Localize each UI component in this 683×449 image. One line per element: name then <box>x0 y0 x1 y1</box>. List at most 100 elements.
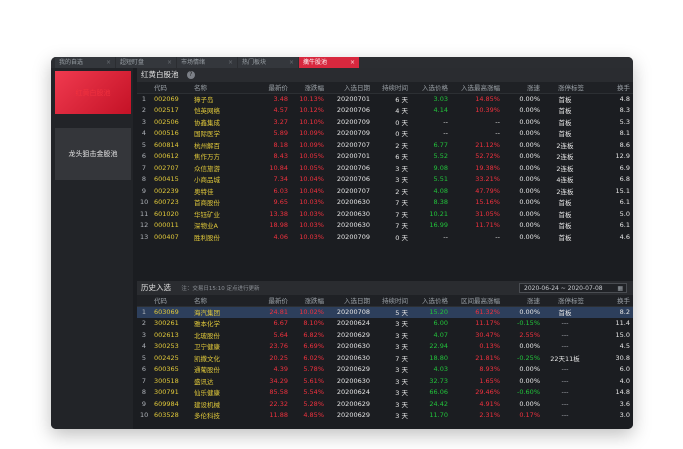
table-row[interactable]: 4 300253 卫宁健康 23.76 6.69% 20200630 3 天 22.94 0.1… <box>137 341 633 353</box>
close-icon[interactable]: × <box>167 57 172 68</box>
column-header-index[interactable] <box>137 82 151 94</box>
cell-index: 10 <box>140 198 149 207</box>
table-row[interactable]: 4 000516 国际医学 5.89 10.09% 20200709 0 天 -- -- 0.00… <box>137 128 633 140</box>
date-range-picker[interactable]: 2020-06-24 ~ 2020-07-08 ▦ <box>519 283 627 293</box>
tab-3[interactable]: 热门板块 × <box>238 57 298 68</box>
cell-speed: 0.00% <box>519 152 540 161</box>
cell-index: 11 <box>140 209 149 218</box>
table-row[interactable]: 8 300791 仙乐健康 85.58 5.54% 20200624 3 天 66.06 29.… <box>137 387 633 399</box>
table-row[interactable]: 9 002239 奥特佳 6.03 10.04% 20200707 2 天 4.08 47.79… <box>137 185 633 197</box>
column-header-date[interactable]: 入选日期 <box>327 82 373 94</box>
table-row[interactable]: 10 603528 多伦科技 11.88 4.85% 20200629 3 天 11.70 2.… <box>137 410 633 422</box>
cell-turnover: 6.1 <box>619 198 630 207</box>
sidebar-item-dragon-sniper-pool[interactable]: 龙头狙击金股池 <box>55 128 131 180</box>
table-row[interactable]: 12 000011 深物业A 18.98 10.03% 20200630 7 天 16.99 1… <box>137 220 633 232</box>
table-row[interactable]: 5 002425 凯撒文化 20.25 6.02% 20200630 7 天 18.80 21.… <box>137 352 633 364</box>
cell-speed: 0.00% <box>519 140 540 149</box>
cell-duration: 3 天 <box>395 377 408 386</box>
cell-limit-tag: 2连板 <box>556 187 574 196</box>
cell-index: 2 <box>141 106 147 115</box>
cell-limit-tag: --- <box>561 342 569 351</box>
cell-index: 1 <box>141 95 147 103</box>
tab-1[interactable]: 超短盯盘 × <box>116 57 176 68</box>
table-row[interactable]: 7 002707 众信旅游 10.84 10.05% 20200706 3 天 9.08 19.… <box>137 162 633 174</box>
cell-price: 6.03 <box>273 186 288 195</box>
column-header-max-change[interactable]: 区间最高涨幅 <box>451 295 503 307</box>
column-header-limit-tag[interactable]: 涨停标签 <box>543 82 587 94</box>
table-row[interactable]: 2 300261 雅本化学 6.67 8.10% 20200624 3 天 6.00 11.17… <box>137 318 633 330</box>
tab-4[interactable]: 擒牛股池 × <box>299 57 359 68</box>
cell-date: 20200706 <box>336 163 370 172</box>
table-row[interactable]: 10 600723 首商股份 9.65 10.03% 20200630 7 天 8.38 15.… <box>137 197 633 209</box>
close-icon[interactable]: × <box>289 57 294 68</box>
column-header-date[interactable]: 入选日期 <box>327 295 373 307</box>
close-icon[interactable]: × <box>350 57 355 68</box>
column-header-entry-price[interactable]: 入选价格 <box>411 295 451 307</box>
column-header-change[interactable]: 涨跌幅 <box>291 82 327 94</box>
column-header-speed[interactable]: 涨速 <box>503 295 543 307</box>
column-header-name[interactable]: 名称 <box>191 295 249 307</box>
close-icon[interactable]: × <box>106 57 111 68</box>
column-header-duration[interactable]: 持续时间 <box>373 82 411 94</box>
column-header-code[interactable]: 代码 <box>151 295 191 307</box>
cell-entry-price: 22.94 <box>429 342 448 351</box>
cell-turnover: 12.9 <box>615 152 630 161</box>
cell-change: 10.03% <box>299 221 324 230</box>
cell-entry-price: 15.20 <box>411 306 451 318</box>
column-header-price[interactable]: 最新价 <box>249 82 291 94</box>
cell-date: 20200629 <box>336 411 370 420</box>
sidebar-item-red-yellow-white-pool[interactable]: 红黄白股池 <box>55 71 131 114</box>
cell-code: 002425 <box>154 353 179 362</box>
table-row[interactable]: 2 002517 恺英网络 4.57 10.12% 20200706 4 天 4.14 10.3… <box>137 105 633 117</box>
cell-turnover: 8.2 <box>587 306 633 318</box>
cell-price: 18.98 <box>269 221 288 230</box>
cell-price: 20.25 <box>269 353 288 362</box>
cell-duration: 6 天 <box>395 96 408 104</box>
table-row[interactable]: 3 002613 北玻股份 5.64 6.82% 20200629 3 天 4.07 30.47… <box>137 329 633 341</box>
table-row[interactable]: 6 000612 焦作万方 8.43 10.05% 20200701 6 天 5.52 52.7… <box>137 151 633 163</box>
tab-0[interactable]: 我的自选 × <box>55 57 115 68</box>
table-row[interactable]: 1 002069 獐子岛 3.48 10.13% 20200701 6 天 3.03 14.85… <box>137 93 633 105</box>
cell-date: 20200706 <box>336 106 370 115</box>
column-header-entry-price[interactable]: 入选价格 <box>411 82 451 94</box>
help-icon[interactable]: ? <box>186 71 195 79</box>
cell-limit-tag: 2连板 <box>556 141 574 150</box>
panel-title-bar: 红黄白股池 ? <box>137 68 633 82</box>
column-header-speed[interactable]: 涨速 <box>503 82 543 94</box>
cell-duration: 0 天 <box>395 130 408 139</box>
main-content: 红黄白股池 ? 代码 名称 最新价 涨跌幅 入选日期 持续时间 入选价格 入选最高涨幅 涨速 涨停… <box>137 68 633 429</box>
cell-name: 獐子岛 <box>194 96 214 104</box>
column-header-turnover[interactable]: 换手 <box>587 82 633 94</box>
table-row[interactable]: 6 600365 通葡股份 4.39 5.78% 20200629 3 天 4.03 8.93%… <box>137 364 633 376</box>
update-note: 注：交易日15:10 定点进行更新 <box>181 286 260 292</box>
table-row[interactable]: 7 300518 盛讯达 34.29 5.61% 20200630 3 天 32.73 1.65… <box>137 375 633 387</box>
column-header-price[interactable]: 最新价 <box>249 295 291 307</box>
table-row[interactable]: 13 000407 胜利股份 4.06 10.03% 20200709 0 天 -- -- 0.0… <box>137 231 633 243</box>
table-row[interactable]: 11 601020 华钰矿业 13.38 10.03% 20200630 7 天 10.21 3… <box>137 208 633 220</box>
table-row[interactable]: 8 600415 小商品城 7.34 10.04% 20200706 3 天 5.51 33.2… <box>137 174 633 186</box>
cell-code: 600365 <box>154 365 179 374</box>
close-icon[interactable]: × <box>228 57 233 68</box>
cell-date: 20200706 <box>336 175 370 184</box>
cell-turnover: 6.9 <box>619 163 630 172</box>
table-row[interactable]: 1 603069 海汽集团 24.81 10.02% 20200708 5 天 15.20 61… <box>137 306 633 318</box>
column-header-change[interactable]: 涨跌幅 <box>291 295 327 307</box>
cell-speed: 0.00% <box>519 221 540 230</box>
column-header-turnover[interactable]: 换手 <box>587 295 633 307</box>
column-header-name[interactable]: 名称 <box>191 82 249 94</box>
cell-date: 20200708 <box>327 306 373 318</box>
cell-duration: 3 天 <box>395 343 408 352</box>
tab-2[interactable]: 市场情绪 × <box>177 57 237 68</box>
cell-date: 20200709 <box>336 117 370 126</box>
calendar-icon[interactable]: ▦ <box>617 284 623 294</box>
table-row[interactable]: 5 600814 杭州解百 8.18 10.09% 20200707 2 天 6.77 21.1… <box>137 139 633 151</box>
column-header-index[interactable] <box>137 295 151 307</box>
table-row[interactable]: 3 002506 协鑫集成 3.27 10.10% 20200709 0 天 -- -- 0.00… <box>137 116 633 128</box>
table-row[interactable]: 9 609984 建设机械 22.32 5.28% 20200629 3 天 24.42 4.9… <box>137 398 633 410</box>
column-header-code[interactable]: 代码 <box>151 82 191 94</box>
cell-duration: 3 天 <box>395 366 408 375</box>
cell-limit-tag: --- <box>561 319 569 328</box>
column-header-max-change[interactable]: 入选最高涨幅 <box>451 82 503 94</box>
column-header-limit-tag[interactable]: 涨停标签 <box>543 295 587 307</box>
column-header-duration[interactable]: 持续时间 <box>373 295 411 307</box>
